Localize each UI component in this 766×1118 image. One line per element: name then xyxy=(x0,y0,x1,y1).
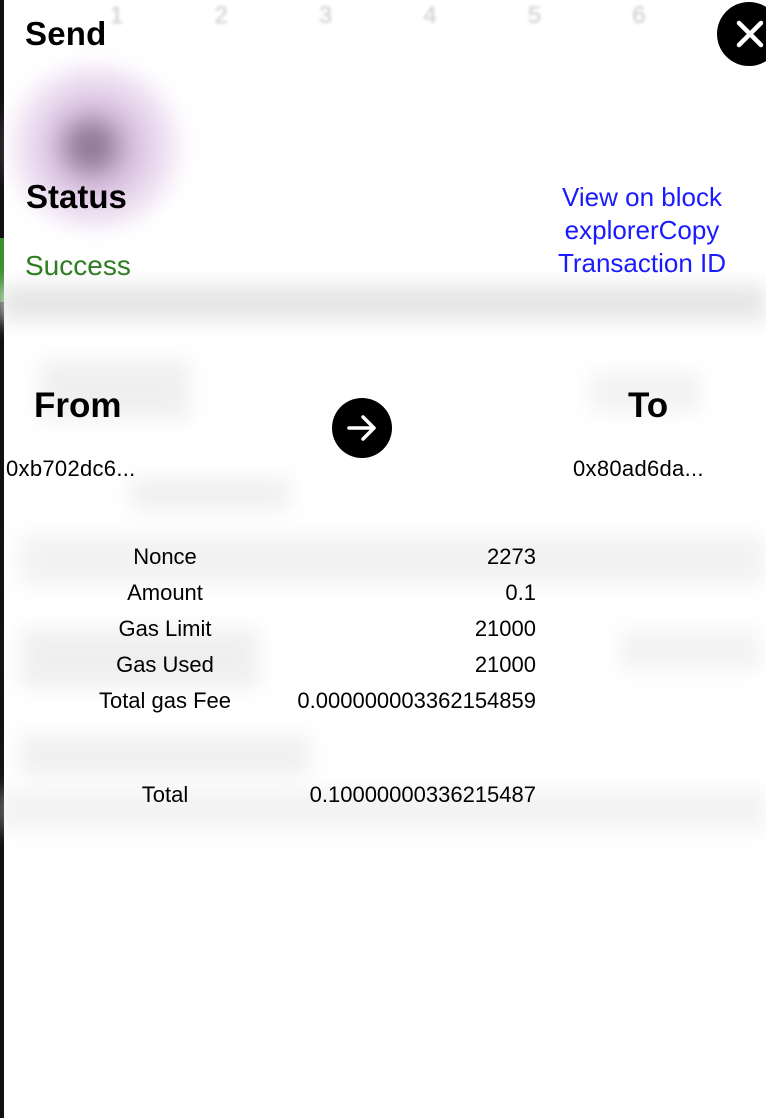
background-divider xyxy=(0,285,766,321)
transaction-links: View on block explorerCopy Transaction I… xyxy=(540,181,744,280)
detail-label: Nonce xyxy=(133,544,197,569)
detail-row-amount: Amount 0.1 xyxy=(90,576,536,612)
detail-row-total: Total 0.10000000336215487 xyxy=(90,778,536,814)
status-value: Success xyxy=(25,250,131,281)
background-number: 3 xyxy=(318,2,333,29)
detail-value: 0.1 xyxy=(505,580,536,605)
detail-value: 2273 xyxy=(487,544,536,569)
detail-row-total-gas-fee: Total gas Fee 0.000000003362154859 xyxy=(90,684,536,720)
detail-label: Amount xyxy=(127,580,203,605)
detail-row-nonce: Nonce 2273 xyxy=(90,540,536,576)
detail-value: 21000 xyxy=(474,616,536,641)
transfer-arrow xyxy=(332,398,392,458)
background-number: 2 xyxy=(214,2,228,29)
to-address: 0x80ad6da... xyxy=(573,456,704,481)
detail-row-gas-limit: Gas Limit 21000 xyxy=(90,612,536,648)
modal-title: Send xyxy=(25,15,107,52)
total-label: Total xyxy=(141,782,189,807)
status-label: Status xyxy=(26,178,127,215)
background-number: 1 xyxy=(110,2,124,29)
transaction-details: Nonce 2273 Amount 0.1 Gas Limit 21000 Ga… xyxy=(90,540,536,814)
detail-label: Total gas Fee xyxy=(98,688,232,713)
background-column-numbers: 1 2 3 4 5 6 7 xyxy=(110,2,750,30)
background-avatar xyxy=(64,120,116,172)
detail-value: 0.000000003362154859 xyxy=(297,688,536,713)
from-address: 0xb702dc6... xyxy=(6,456,136,481)
to-label: To xyxy=(628,386,669,425)
background-number: 6 xyxy=(632,2,646,29)
detail-row-gas-used: Gas Used 21000 xyxy=(90,648,536,684)
close-icon xyxy=(736,20,764,48)
detail-label: Gas Used xyxy=(116,652,214,677)
background-blur-block xyxy=(620,630,760,670)
background-blur-block xyxy=(130,478,290,510)
arrow-right-icon xyxy=(347,415,376,441)
detail-label: Gas Limit xyxy=(118,616,212,641)
background-number: 4 xyxy=(423,2,437,29)
background-number: 5 xyxy=(527,2,542,29)
detail-value: 21000 xyxy=(474,652,536,677)
total-value: 0.10000000336215487 xyxy=(309,782,536,807)
from-label: From xyxy=(34,386,122,425)
